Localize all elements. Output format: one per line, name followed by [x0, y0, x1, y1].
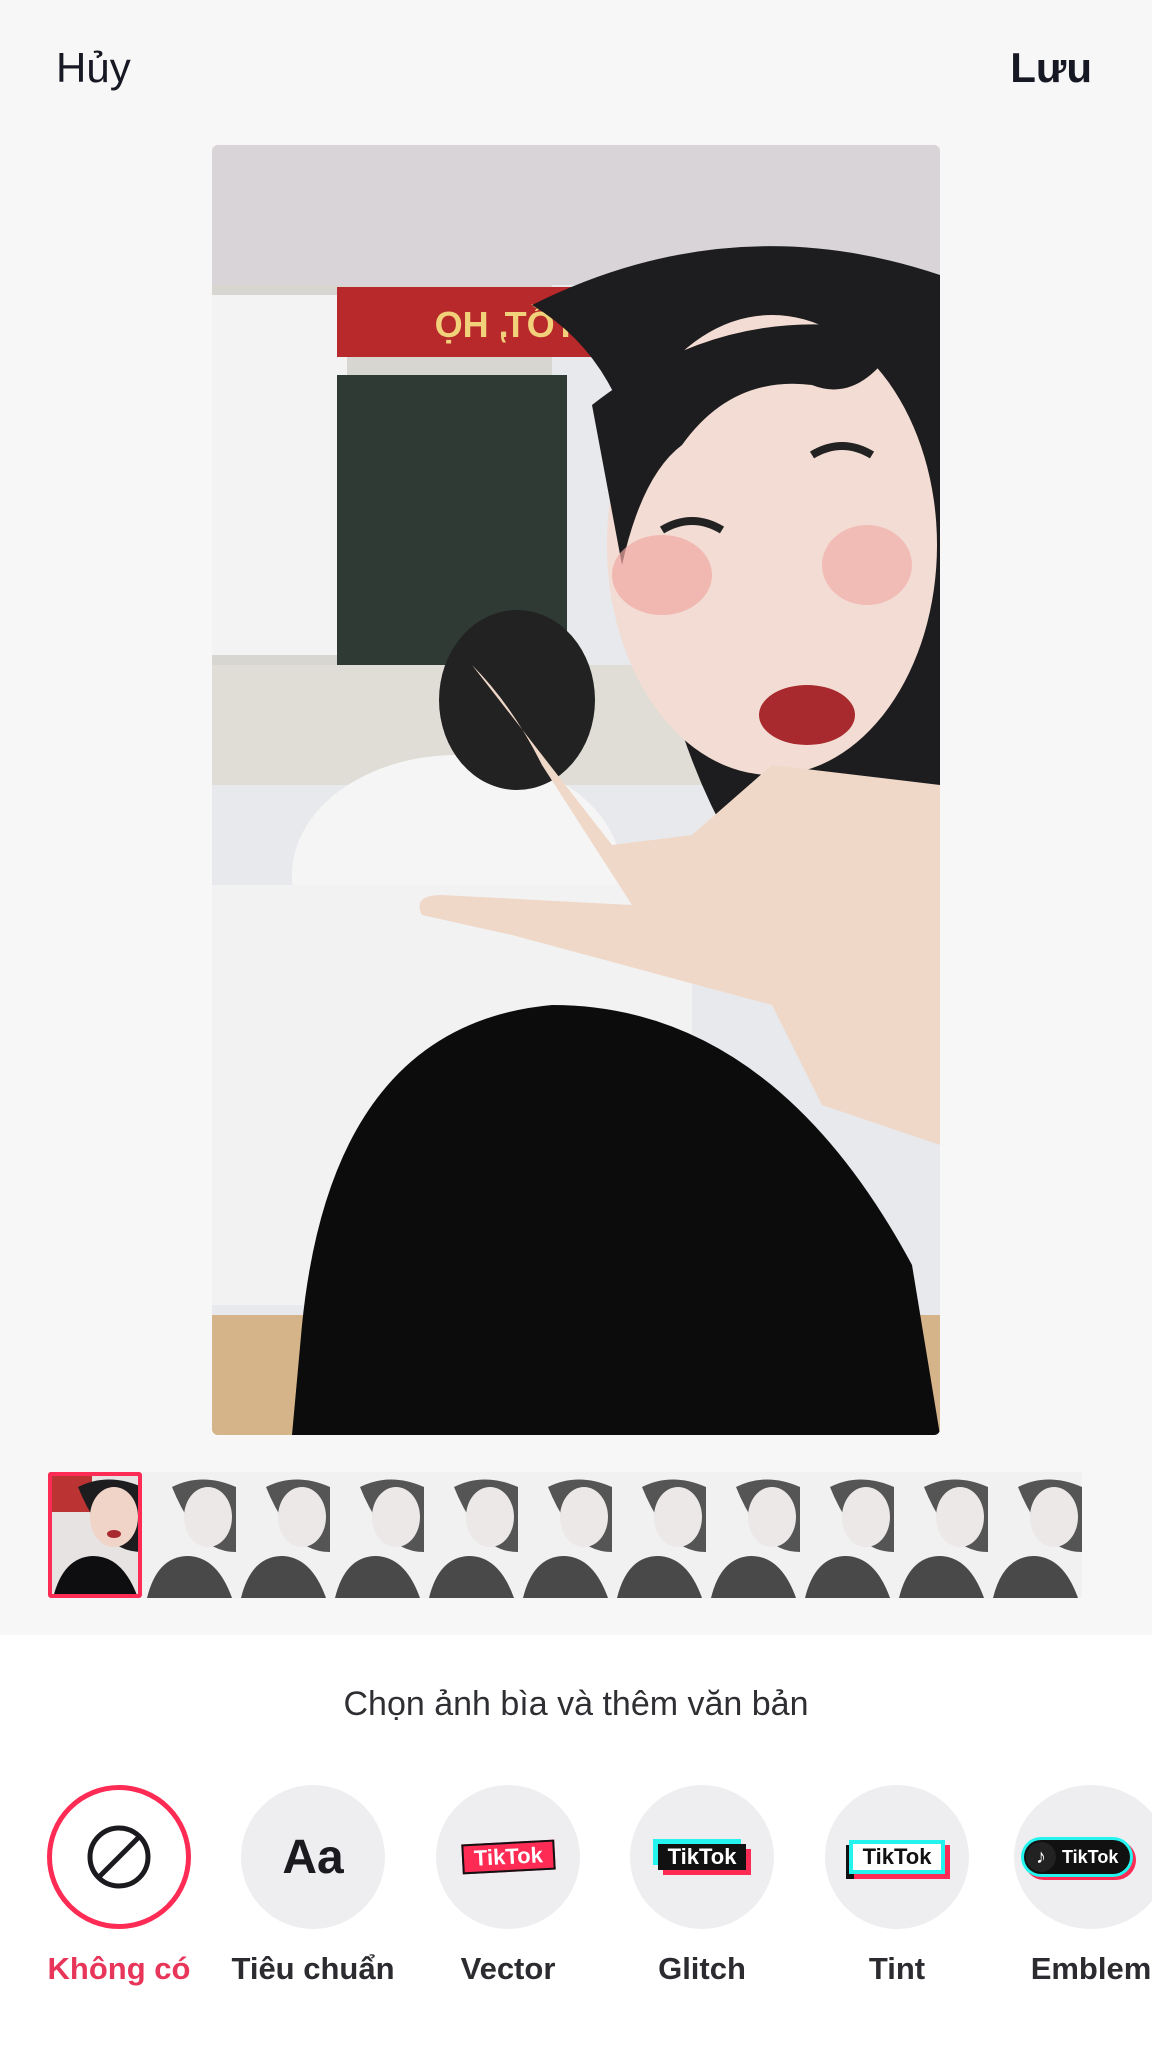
frame-thumbnail[interactable] — [236, 1472, 330, 1598]
frame-thumbnail[interactable] — [706, 1472, 800, 1598]
style-label: Không có — [47, 1951, 191, 1986]
badge-text: TikTok — [1062, 1846, 1119, 1867]
style-option-none[interactable]: Không có — [24, 1785, 214, 1987]
badge-text: TikTok — [667, 1844, 737, 1869]
style-option-emblem[interactable]: ♪ TikTok Emblem — [996, 1785, 1152, 1987]
text-style-sheet: Chọn ảnh bìa và thêm văn bản Không có Aa… — [0, 1635, 1152, 2048]
style-label: Tint — [868, 1951, 926, 1986]
tiktok-glitch-badge: TikTok — [630, 1785, 774, 1929]
tiktok-note-icon: ♪ — [1026, 1842, 1056, 1872]
style-label: Tiêu chuẩn — [231, 1951, 395, 1986]
cover-photo: ĐẠY TỐT, HỌ — [212, 145, 940, 1435]
text-aa-icon: Aa — [241, 1785, 385, 1929]
badge-text: TikTok — [472, 1842, 544, 1871]
tiktok-emblem-badge: ♪ TikTok — [1014, 1785, 1152, 1929]
style-label: Emblem — [1030, 1951, 1152, 1986]
frame-thumbnail[interactable] — [142, 1472, 236, 1598]
style-label: Vector — [460, 1951, 556, 1986]
text-style-list[interactable]: Không có Aa Tiêu chuẩn TikTok Vector Tik… — [0, 1785, 1152, 2045]
frame-thumbnail-selected[interactable] — [48, 1472, 142, 1598]
sheet-title: Chọn ảnh bìa và thêm văn bản — [343, 1685, 809, 1723]
style-option-vector[interactable]: TikTok Vector — [413, 1785, 603, 1987]
top-bar: Hủy Lưu — [0, 0, 1152, 140]
tiktok-vector-badge: TikTok — [436, 1785, 580, 1929]
style-option-standard[interactable]: Aa Tiêu chuẩn — [218, 1785, 408, 1987]
frame-thumbnail[interactable] — [518, 1472, 612, 1598]
style-label: Glitch — [658, 1951, 746, 1986]
save-button[interactable]: Lưu — [1010, 44, 1092, 92]
badge-text: TikTok — [862, 1844, 932, 1869]
frame-thumbnail[interactable] — [800, 1472, 894, 1598]
frame-thumbnail[interactable] — [424, 1472, 518, 1598]
frame-thumbnail[interactable] — [988, 1472, 1082, 1598]
none-icon — [47, 1785, 191, 1929]
cover-frame-strip[interactable] — [48, 1472, 1104, 1598]
frame-thumbnail[interactable] — [894, 1472, 988, 1598]
cancel-button[interactable]: Hủy — [56, 44, 131, 92]
style-option-glitch[interactable]: TikTok Glitch — [607, 1785, 797, 1987]
frame-thumbnail[interactable] — [330, 1472, 424, 1598]
standard-glyph: Aa — [282, 1830, 344, 1884]
tiktok-tint-badge: TikTok — [825, 1785, 969, 1929]
cover-preview-image: ĐẠY TỐT, HỌ — [212, 145, 940, 1435]
frame-thumbnail[interactable] — [612, 1472, 706, 1598]
style-option-tint[interactable]: TikTok Tint — [802, 1785, 992, 1987]
